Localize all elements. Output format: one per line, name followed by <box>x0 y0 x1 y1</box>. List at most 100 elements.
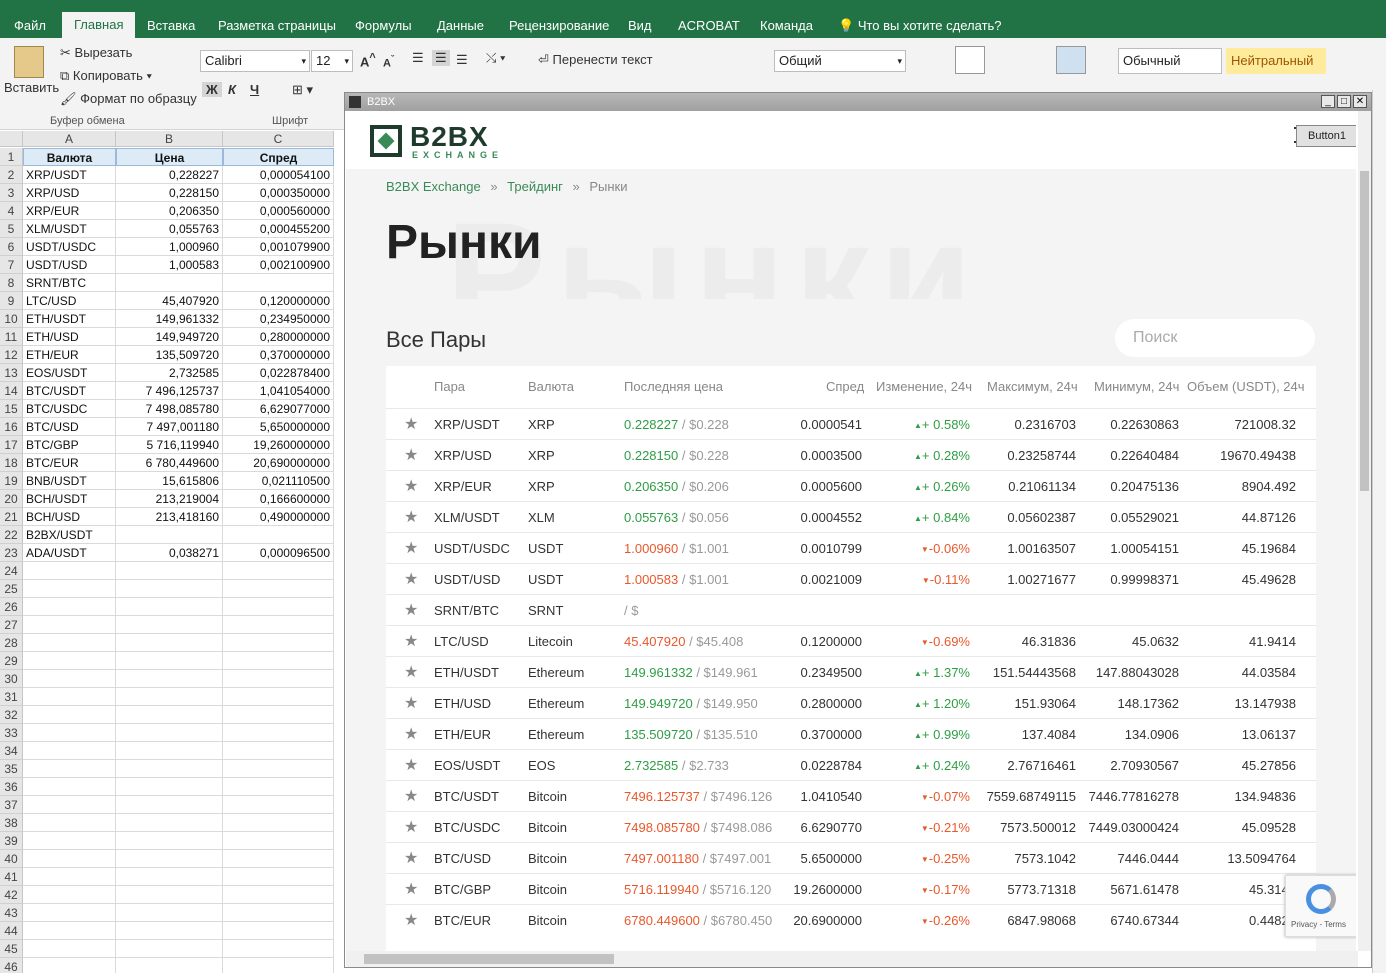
row-header[interactable]: 18 <box>0 454 23 472</box>
align-bottom-icon[interactable]: ☰ <box>456 52 468 68</box>
cell[interactable] <box>116 688 223 706</box>
cell[interactable] <box>223 706 334 724</box>
cell[interactable]: 0,021110500 <box>223 472 334 490</box>
row-header[interactable]: 14 <box>0 382 23 400</box>
cell[interactable] <box>116 904 223 922</box>
star-icon[interactable]: ★ <box>404 409 418 440</box>
window-titlebar[interactable]: B2BX _ □ ✕ <box>345 93 1371 111</box>
underline-button[interactable]: Ч <box>250 82 259 97</box>
col-volume[interactable]: Объем (USDT), 24ч <box>1187 366 1305 408</box>
cell[interactable]: 0,038271 <box>116 544 223 562</box>
row-header[interactable]: 10 <box>0 310 23 328</box>
cell[interactable] <box>116 796 223 814</box>
cell[interactable] <box>223 778 334 796</box>
pair-name[interactable]: XLM/USDT <box>434 502 500 533</box>
row-header[interactable]: 12 <box>0 346 23 364</box>
cell[interactable] <box>223 580 334 598</box>
borders-icon[interactable]: ⊞ ▾ <box>292 82 313 98</box>
cell[interactable] <box>23 760 116 778</box>
cell[interactable]: 5 716,119940 <box>116 436 223 454</box>
tab-view[interactable]: Вид <box>628 14 652 38</box>
cell[interactable] <box>23 634 116 652</box>
row-header[interactable]: 46 <box>0 958 23 973</box>
cell[interactable]: ETH/EUR <box>23 346 116 364</box>
table-row[interactable]: ★ BTC/USDC Bitcoin 7498.085780 / $7498.086 6… <box>386 811 1316 842</box>
recaptcha-badge[interactable]: Privacy - Terms <box>1285 875 1356 937</box>
pair-name[interactable]: LTC/USD <box>434 626 489 657</box>
button1[interactable]: Button1 <box>1296 125 1356 147</box>
tell-me-box[interactable]: 💡 Что вы хотите сделать? <box>838 14 1002 38</box>
row-header[interactable]: 8 <box>0 274 23 292</box>
cell[interactable] <box>116 274 223 292</box>
cell[interactable] <box>223 940 334 958</box>
col-last-price[interactable]: Последняя цена <box>624 366 723 408</box>
star-icon[interactable]: ★ <box>404 905 418 936</box>
row-header[interactable]: 39 <box>0 832 23 850</box>
cell[interactable] <box>116 634 223 652</box>
cell[interactable]: 7 498,085780 <box>116 400 223 418</box>
horizontal-scrollbar[interactable] <box>346 951 1358 967</box>
cell[interactable]: 0,280000000 <box>223 328 334 346</box>
cell[interactable] <box>23 814 116 832</box>
cell[interactable]: XRP/EUR <box>23 202 116 220</box>
cell[interactable] <box>23 616 116 634</box>
font-size-select[interactable]: 12 ▾ <box>311 50 353 72</box>
cell[interactable] <box>223 814 334 832</box>
close-button[interactable]: ✕ <box>1353 95 1367 108</box>
cell[interactable] <box>116 922 223 940</box>
cell[interactable]: Валюта <box>23 148 116 166</box>
pair-name[interactable]: BTC/USD <box>434 843 491 874</box>
pair-name[interactable]: BTC/GBP <box>434 874 491 905</box>
table-row[interactable]: ★ ETH/USD Ethereum 149.949720 / $149.950 0.2… <box>386 687 1316 718</box>
tab-insert[interactable]: Вставка <box>147 14 195 38</box>
cell[interactable]: BNB/USDT <box>23 472 116 490</box>
font-shrink-button[interactable]: Aˇ <box>383 54 394 70</box>
cell[interactable]: 213,418160 <box>116 508 223 526</box>
cell[interactable] <box>223 742 334 760</box>
row-header[interactable]: 34 <box>0 742 23 760</box>
cell[interactable]: 7 496,125737 <box>116 382 223 400</box>
cell[interactable] <box>223 886 334 904</box>
column-header-c[interactable]: C <box>223 131 334 147</box>
cell[interactable]: 213,219004 <box>116 490 223 508</box>
cell[interactable]: XLM/USDT <box>23 220 116 238</box>
cell[interactable]: XRP/USD <box>23 184 116 202</box>
style-neutral[interactable]: Нейтральный <box>1226 48 1326 74</box>
format-painter-button[interactable]: 🖌 Формат по образцу <box>60 91 197 107</box>
table-row[interactable]: ★ BTC/USD Bitcoin 7497.001180 / $7497.001 5.… <box>386 842 1316 873</box>
star-icon[interactable]: ★ <box>404 688 418 719</box>
cell[interactable]: 1,000583 <box>116 256 223 274</box>
cell[interactable]: EOS/USDT <box>23 364 116 382</box>
cell[interactable] <box>116 832 223 850</box>
cell[interactable] <box>23 778 116 796</box>
scroll-thumb[interactable] <box>1360 171 1369 491</box>
font-name-select[interactable]: Calibri ▾ <box>200 50 310 72</box>
col-pair[interactable]: Пара <box>434 366 465 408</box>
cell[interactable]: ETH/USDT <box>23 310 116 328</box>
pair-name[interactable]: ETH/USDT <box>434 657 499 688</box>
cell[interactable]: 2,732585 <box>116 364 223 382</box>
pair-name[interactable]: XRP/EUR <box>434 471 492 502</box>
star-icon[interactable]: ★ <box>404 719 418 750</box>
wrap-text-button[interactable]: ⏎ Перенести текст <box>538 52 653 68</box>
table-row[interactable]: ★ SRNT/BTC SRNT / $ <box>386 594 1316 625</box>
row-header[interactable]: 26 <box>0 598 23 616</box>
cell[interactable] <box>23 652 116 670</box>
pair-name[interactable]: BTC/USDC <box>434 812 500 843</box>
pair-name[interactable]: BTC/USDT <box>434 781 499 812</box>
cell[interactable] <box>223 634 334 652</box>
cell[interactable]: 0,120000000 <box>223 292 334 310</box>
column-header-a[interactable]: A <box>23 131 116 147</box>
select-all-corner[interactable] <box>0 131 23 147</box>
star-icon[interactable]: ★ <box>404 626 418 657</box>
star-icon[interactable]: ★ <box>404 874 418 905</box>
orientation-icon[interactable]: ⤯ ▾ <box>486 50 505 66</box>
cell[interactable]: SRNT/BTC <box>23 274 116 292</box>
cell[interactable] <box>23 922 116 940</box>
cell[interactable] <box>116 868 223 886</box>
cell[interactable]: 0,228227 <box>116 166 223 184</box>
cell[interactable] <box>223 760 334 778</box>
cell[interactable] <box>23 742 116 760</box>
table-row[interactable]: ★ EOS/USDT EOS 2.732585 / $2.733 0.0228784 ▲+… <box>386 749 1316 780</box>
table-row[interactable]: ★ XLM/USDT XLM 0.055763 / $0.056 0.0004552 ▲+… <box>386 501 1316 532</box>
